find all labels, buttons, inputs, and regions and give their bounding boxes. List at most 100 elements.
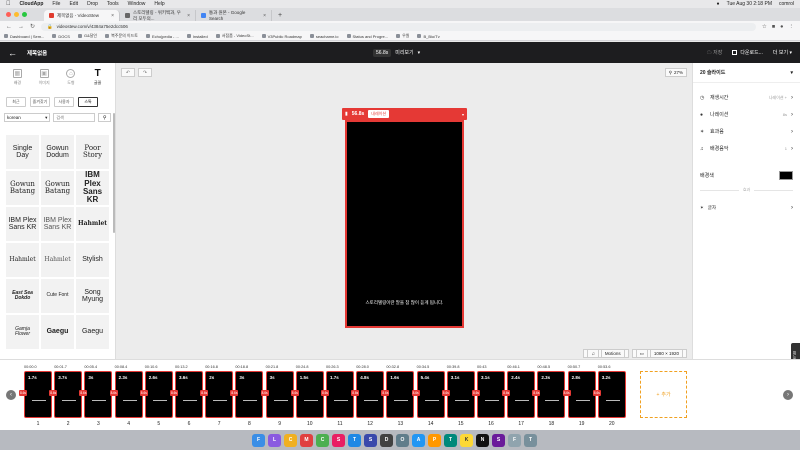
clip-thumbnail[interactable]: 3s 8.6s: [260, 371, 294, 418]
background-color-swatch[interactable]: [779, 170, 793, 180]
font-card[interactable]: Hahmlet: [6, 243, 39, 277]
extension-icon[interactable]: ■: [772, 24, 775, 30]
font-card[interactable]: Gamja Flower: [6, 315, 39, 349]
dock-app-icon[interactable]: O: [396, 433, 409, 447]
category-background[interactable]: ▦ 배경: [6, 69, 28, 90]
font-card[interactable]: Stylish: [76, 243, 109, 277]
menubar-item-drop[interactable]: Drop: [87, 1, 98, 7]
font-search-input[interactable]: [53, 113, 96, 122]
clip-thumbnail[interactable]: 1.5s 8.6s: [290, 371, 324, 418]
clip-thumbnail[interactable]: 2.6s 8.6s: [139, 371, 173, 418]
dock-app-icon[interactable]: F: [508, 433, 521, 447]
bookmark-item[interactable]: 복주문의 이드토: [105, 33, 138, 39]
bookmark-item[interactable]: Installed: [186, 34, 208, 39]
dock-app-icon[interactable]: M: [300, 433, 313, 447]
redo-icon[interactable]: ↷: [138, 68, 152, 77]
timeline-clip[interactable]: 00:08.4 2.3s 8.6s 4: [109, 364, 143, 427]
bookmark-item[interactable]: Dashboard | Sem...: [4, 34, 44, 39]
font-card[interactable]: Gowun Batang: [41, 171, 74, 205]
microphone-icon[interactable]: ▮: [345, 111, 348, 117]
timeline-clip[interactable]: 00:18.8 3s 8.6s 8: [230, 364, 264, 427]
filter-user[interactable]: 사용자: [54, 97, 74, 107]
timeline-clip[interactable]: 00:21.8 3s 8.6s 9: [260, 364, 294, 427]
clip-thumbnail[interactable]: 2.3s 8.6s: [532, 371, 566, 418]
clip-thumbnail[interactable]: 3.7s 8.6s: [49, 371, 83, 418]
font-card[interactable]: IBM Plex Sans KR: [41, 207, 74, 241]
bookmark-item[interactable]: V3Public Roadmap: [261, 34, 302, 39]
timeline-clip[interactable]: 00:00.0 1.7s 8.6s 1: [19, 364, 52, 427]
clip-thumbnail[interactable]: 2s 8.6s: [200, 371, 234, 418]
menubar-item-edit[interactable]: Edit: [69, 1, 78, 7]
maximize-window-icon[interactable]: [22, 12, 27, 17]
wifi-icon[interactable]: ●: [717, 1, 720, 7]
browser-tab-wikipedia[interactable]: 스토리텔링 - 위키백과, 우리 모두의... ×: [120, 10, 196, 21]
category-shape[interactable]: ⌂ 도형: [60, 69, 82, 90]
clock[interactable]: Tue Aug 30 2:18 PM: [727, 1, 772, 7]
language-select[interactable]: korean ▾: [4, 113, 51, 122]
font-card[interactable]: Hahmlet: [76, 207, 109, 241]
dock-app-icon[interactable]: T: [444, 433, 457, 447]
apple-icon[interactable]: : [6, 1, 11, 7]
clip-thumbnail[interactable]: 1.7s 8.6s: [19, 371, 52, 418]
resolution-button[interactable]: ▭ 1080 × 1920: [631, 349, 687, 358]
arrow-left-icon[interactable]: ←: [8, 48, 17, 58]
dock-app-icon[interactable]: T: [524, 433, 537, 447]
new-tab-button[interactable]: +: [272, 10, 288, 21]
scroll-right-icon[interactable]: ›: [783, 390, 793, 400]
font-card[interactable]: Gaegu: [41, 315, 74, 349]
timeline-clip[interactable]: 00:10.6 2.6s 8.6s 5: [139, 364, 173, 427]
timeline-clip[interactable]: 00:24.8 1.5s 8.6s 10: [290, 364, 324, 427]
project-title[interactable]: 제목없음: [27, 49, 47, 57]
clip-thumbnail[interactable]: 3s 8.6s: [230, 371, 264, 418]
bookmark-item[interactable]: B_Bio/Tv: [417, 34, 440, 39]
scroll-left-icon[interactable]: ‹: [6, 390, 16, 400]
back-icon[interactable]: ←: [6, 24, 12, 30]
font-card[interactable]: Song Myung: [76, 279, 109, 313]
bookmark-item[interactable]: G&달인: [77, 33, 97, 39]
narration-tag[interactable]: 내레이션: [368, 110, 390, 118]
font-card[interactable]: Hahmlet: [41, 243, 74, 277]
clip-thumbnail[interactable]: 5.4s 8.6s: [411, 371, 445, 418]
timeline-clip[interactable]: 00:32.8 1.6s 8.6s 13: [381, 364, 415, 427]
bookmark-item[interactable]: seachame.io: [309, 34, 339, 39]
menu-icon[interactable]: ⋮: [789, 24, 795, 30]
clip-thumbnail[interactable]: 3.6s 8.6s: [170, 371, 203, 418]
bgm-row[interactable]: ♫ 배경음악 1 ›: [693, 140, 800, 157]
font-card[interactable]: IBM Plex Sans KR: [6, 207, 39, 241]
timeline-clip[interactable]: 00:13.2 3.6s 8.6s 6: [170, 364, 203, 427]
slide-caption[interactable]: 스토리텔링이란 말을 참 많이 듣게 됩니다.: [347, 300, 462, 306]
bookmark-item[interactable]: DOCS: [52, 34, 70, 39]
close-tab-icon[interactable]: ×: [111, 13, 114, 19]
clip-thumbnail[interactable]: 3.2s 8.6s: [592, 371, 626, 418]
timeline-clip[interactable]: 00:48.5 2.3s 8.6s 18: [532, 364, 566, 427]
close-window-icon[interactable]: [6, 12, 11, 17]
bookmark-item[interactable]: Echo|pedia - ...: [145, 34, 179, 39]
timeline-clip[interactable]: 00:01.7 3.7s 8.6s 2: [49, 364, 83, 427]
reload-icon[interactable]: ↻: [30, 23, 35, 30]
bookmark-item[interactable]: Status and Progre...: [346, 34, 388, 39]
font-card[interactable]: Poor Story: [76, 135, 109, 169]
forward-icon[interactable]: →: [18, 24, 24, 30]
chevron-down-icon[interactable]: ▾: [462, 112, 464, 117]
font-card[interactable]: Gowun Batang: [6, 171, 39, 205]
menubar-app-name[interactable]: CloudApp: [20, 1, 44, 7]
timeline-clip[interactable]: 00:53.6 3.2s 8.6s 20: [592, 364, 626, 427]
dock-app-icon[interactable]: F: [252, 433, 265, 447]
font-card[interactable]: Gowun Dodum: [41, 135, 74, 169]
timeline-clip[interactable]: 00:05.4 3s 8.6s 3: [79, 364, 113, 427]
dock-app-icon[interactable]: C: [316, 433, 329, 447]
font-card[interactable]: Gaegu: [76, 315, 109, 349]
bookmark-item[interactable]: 우원: [396, 33, 409, 39]
menubar-item-window[interactable]: Window: [128, 1, 146, 7]
profile-icon[interactable]: ●: [780, 24, 783, 30]
timeline-clip[interactable]: 00:16.8 2s 8.6s 7: [200, 364, 234, 427]
clip-thumbnail[interactable]: 2.3s 8.6s: [109, 371, 143, 418]
dock-app-icon[interactable]: L: [268, 433, 281, 447]
search-icon[interactable]: ⚲: [98, 113, 111, 122]
dock-app-icon[interactable]: S: [332, 433, 345, 447]
add-slide-button[interactable]: + 추가: [640, 371, 687, 418]
filter-recent[interactable]: 최근: [6, 97, 26, 107]
slide-preview[interactable]: 스토리텔링이란 말을 참 많이 듣게 됩니다.: [345, 120, 464, 328]
timeline-clip[interactable]: 00:26.3 1.7s 8.6s 11: [321, 364, 354, 427]
font-card[interactable]: IBM Plex Sans KR: [76, 171, 109, 205]
